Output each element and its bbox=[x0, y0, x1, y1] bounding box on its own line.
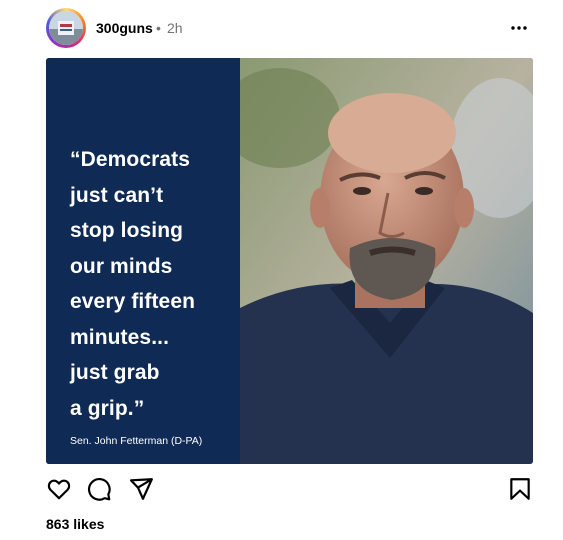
avatar[interactable] bbox=[46, 8, 86, 48]
quote-text: “Democrats just can’t stop losing our mi… bbox=[70, 148, 196, 420]
post-image[interactable]: “Democrats just can’t stop losing our mi… bbox=[46, 58, 533, 464]
heart-icon[interactable] bbox=[46, 476, 72, 502]
more-options-icon[interactable] bbox=[507, 16, 531, 40]
action-bar bbox=[46, 476, 533, 502]
username[interactable]: 300guns bbox=[96, 20, 153, 36]
likes-count[interactable]: 863 likes bbox=[46, 516, 104, 532]
comment-icon[interactable] bbox=[86, 476, 112, 502]
portrait-photo bbox=[240, 58, 533, 464]
post-time[interactable]: 2h bbox=[167, 20, 183, 36]
quote-panel: “Democrats just can’t stop losing our mi… bbox=[46, 58, 240, 464]
quote-attribution: Sen. John Fetterman (D-PA) bbox=[70, 435, 203, 447]
post-header: 300guns • 2h bbox=[46, 8, 533, 50]
send-icon[interactable] bbox=[128, 476, 154, 502]
bookmark-icon[interactable] bbox=[507, 476, 533, 502]
separator-dot: • bbox=[156, 20, 161, 36]
avatar-image bbox=[49, 11, 83, 45]
